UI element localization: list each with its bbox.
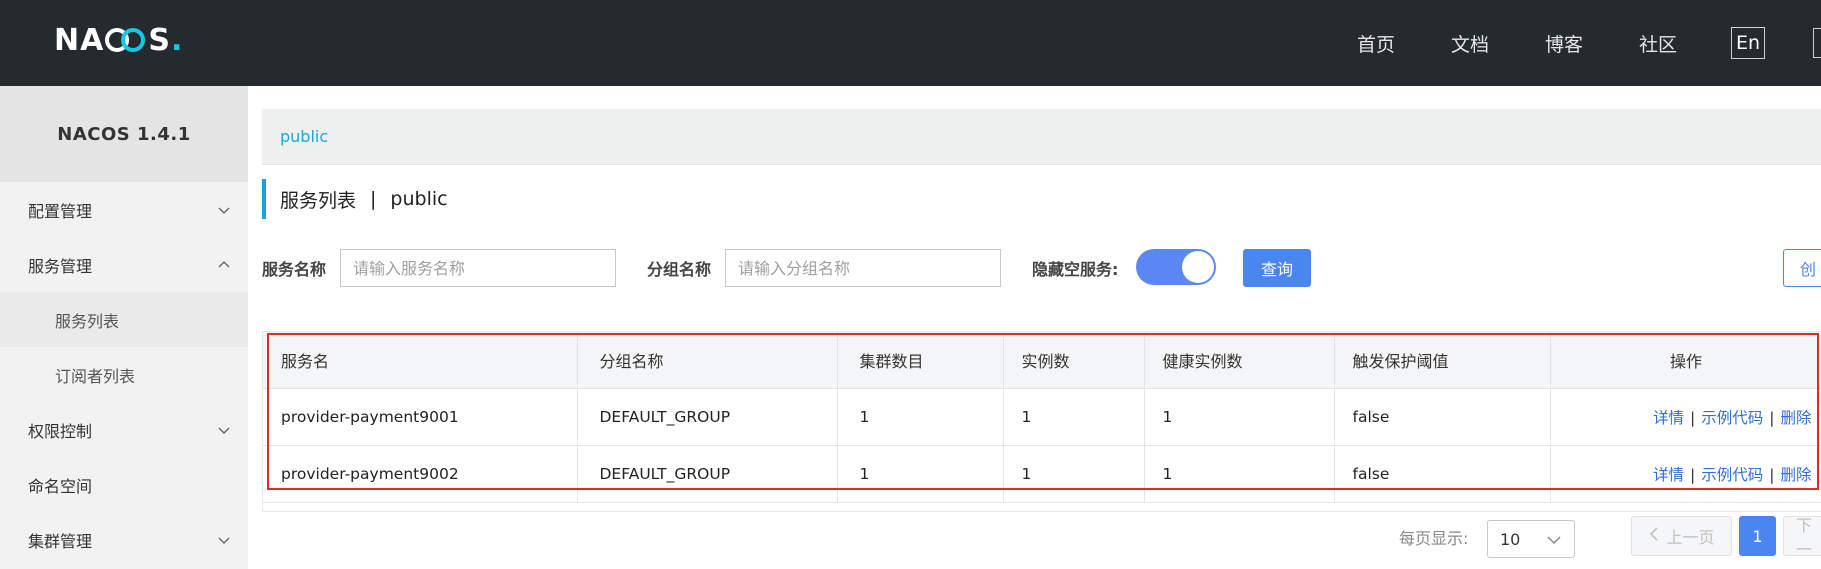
sidebar-item-auth[interactable]: 权限控制: [0, 402, 248, 457]
column-header-protect-threshold: 触发保护阈值: [1334, 332, 1551, 389]
table-row: provider-payment9001 DEFAULT_GROUP 1 1 1…: [263, 388, 1821, 446]
hide-empty-label: 隐藏空服务:: [1032, 260, 1119, 279]
cell-operations: 详情 | 示例代码 | 删除: [1550, 445, 1821, 503]
page-title: 服务列表 | public: [262, 179, 448, 219]
delete-link[interactable]: 删除: [1780, 466, 1811, 484]
prev-page-button[interactable]: 上一页: [1631, 516, 1732, 556]
cell-service-name: provider-payment9001: [263, 388, 578, 446]
op-separator: |: [1690, 408, 1696, 427]
per-page-label: 每页显示:: [1399, 529, 1469, 548]
main-content: public 服务列表 | public 服务名称 分组名称 隐藏空服务: 查询…: [248, 86, 1821, 569]
sidebar-item-config[interactable]: 配置管理: [0, 182, 248, 237]
sidebar-item-label: 服务列表: [55, 311, 120, 331]
chevron-down-icon: [216, 202, 232, 218]
sidebar-item-cluster[interactable]: 集群管理: [0, 512, 248, 567]
language-switch-button[interactable]: En: [1731, 27, 1766, 59]
chevron-down-icon: [216, 422, 232, 438]
cell-protect-threshold: false: [1334, 388, 1551, 446]
per-page-value: 10: [1500, 529, 1521, 549]
toggle-knob: [1182, 251, 1214, 283]
nav-blog[interactable]: 博客: [1545, 30, 1583, 57]
nav-community[interactable]: 社区: [1639, 30, 1677, 57]
sample-code-link[interactable]: 示例代码: [1701, 409, 1763, 427]
logo-text-right: S: [148, 22, 171, 58]
service-table: 服务名 分组名称 集群数目 实例数 健康实例数 触发保护阈值 操作 provid…: [262, 331, 1821, 512]
sidebar-item-label: 服务管理: [28, 256, 93, 276]
prev-page-label: 上一页: [1666, 528, 1715, 547]
filter-group: 分组名称: [647, 248, 1002, 288]
detail-link[interactable]: 详情: [1653, 466, 1684, 484]
cell-protect-threshold: false: [1334, 445, 1551, 503]
nacos-logo[interactable]: NA S .: [54, 22, 183, 58]
cell-instance-count: 1: [1003, 388, 1145, 446]
cell-cluster-count: 1: [837, 445, 1004, 503]
sidebar-item-subscribers[interactable]: 订阅者列表: [0, 347, 248, 402]
chevron-down-icon: [216, 532, 232, 548]
sample-code-link[interactable]: 示例代码: [1701, 466, 1763, 484]
chevron-down-icon: [1546, 532, 1562, 552]
chevron-up-icon: [216, 257, 232, 273]
page-title-namespace: public: [390, 188, 448, 210]
hide-empty-toggle[interactable]: [1136, 249, 1216, 285]
column-header-cluster-count: 集群数目: [837, 332, 1004, 389]
logo-dot: .: [170, 22, 184, 58]
create-service-button[interactable]: 创: [1783, 249, 1821, 287]
filter-service: 服务名称: [262, 248, 617, 288]
per-page-select[interactable]: 10: [1487, 520, 1575, 558]
sidebar: NACOS 1.4.1 配置管理 服务管理 服务列表 订阅者列表 权限控制 命名…: [0, 86, 248, 569]
logo-rings-icon: [105, 28, 147, 52]
op-separator: |: [1769, 408, 1775, 427]
logo-text-left: NA: [54, 22, 105, 58]
header-edge-button[interactable]: [1813, 28, 1821, 58]
next-page-button[interactable]: 下一: [1783, 516, 1821, 559]
cell-service-name: provider-payment9002: [263, 445, 578, 503]
sidebar-item-label: 订阅者列表: [55, 366, 136, 386]
query-button[interactable]: 查询: [1243, 249, 1311, 287]
service-name-label: 服务名称: [262, 260, 327, 279]
detail-link[interactable]: 详情: [1653, 409, 1684, 427]
op-separator: |: [1769, 465, 1775, 484]
sidebar-item-label: 权限控制: [28, 421, 93, 441]
cell-cluster-count: 1: [837, 388, 1004, 446]
sidebar-item-label: 命名空间: [28, 476, 93, 496]
top-header: NA S . 首页 文档 博客 社区 En: [0, 0, 1821, 86]
table-row: provider-payment9002 DEFAULT_GROUP 1 1 1…: [263, 445, 1821, 503]
nav-home[interactable]: 首页: [1357, 30, 1395, 57]
delete-link[interactable]: 删除: [1780, 409, 1811, 427]
op-separator: |: [1690, 465, 1696, 484]
page-1-button[interactable]: 1: [1739, 516, 1776, 556]
column-header-operations: 操作: [1550, 332, 1821, 389]
namespace-bar: public: [262, 109, 1821, 165]
page-title-text: 服务列表: [280, 189, 357, 212]
title-separator: |: [370, 188, 377, 210]
top-nav: 首页 文档 博客 社区 En: [1357, 0, 1766, 86]
cell-group-name: DEFAULT_GROUP: [577, 445, 838, 503]
table-header-row: 服务名 分组名称 集群数目 实例数 健康实例数 触发保护阈值 操作: [263, 332, 1821, 389]
cell-group-name: DEFAULT_GROUP: [577, 388, 838, 446]
cell-healthy-instances: 1: [1144, 445, 1335, 503]
nav-docs[interactable]: 文档: [1451, 30, 1489, 57]
chevron-left-icon: [1648, 526, 1660, 546]
version-label: NACOS 1.4.1: [0, 86, 248, 182]
filter-hide-empty: 隐藏空服务:: [1032, 248, 1118, 288]
namespace-link-public[interactable]: public: [280, 109, 328, 165]
column-header-healthy-instances: 健康实例数: [1144, 332, 1335, 389]
cell-instance-count: 1: [1003, 445, 1145, 503]
sidebar-item-service[interactable]: 服务管理: [0, 237, 248, 292]
sidebar-item-namespace[interactable]: 命名空间: [0, 457, 248, 512]
group-name-input[interactable]: [725, 249, 1002, 287]
cell-operations: 详情 | 示例代码 | 删除: [1550, 388, 1821, 446]
column-header-group-name: 分组名称: [577, 332, 838, 389]
sidebar-item-service-list[interactable]: 服务列表: [0, 292, 248, 347]
cell-healthy-instances: 1: [1144, 388, 1335, 446]
create-button-label: 创: [1800, 260, 1817, 279]
service-name-input[interactable]: [340, 249, 617, 287]
sidebar-item-label: 配置管理: [28, 201, 93, 221]
column-header-instance-count: 实例数: [1003, 332, 1145, 389]
group-name-label: 分组名称: [647, 260, 712, 279]
column-header-service-name: 服务名: [263, 332, 578, 389]
next-page-label: 下一: [1796, 516, 1813, 559]
sidebar-item-label: 集群管理: [28, 531, 93, 551]
